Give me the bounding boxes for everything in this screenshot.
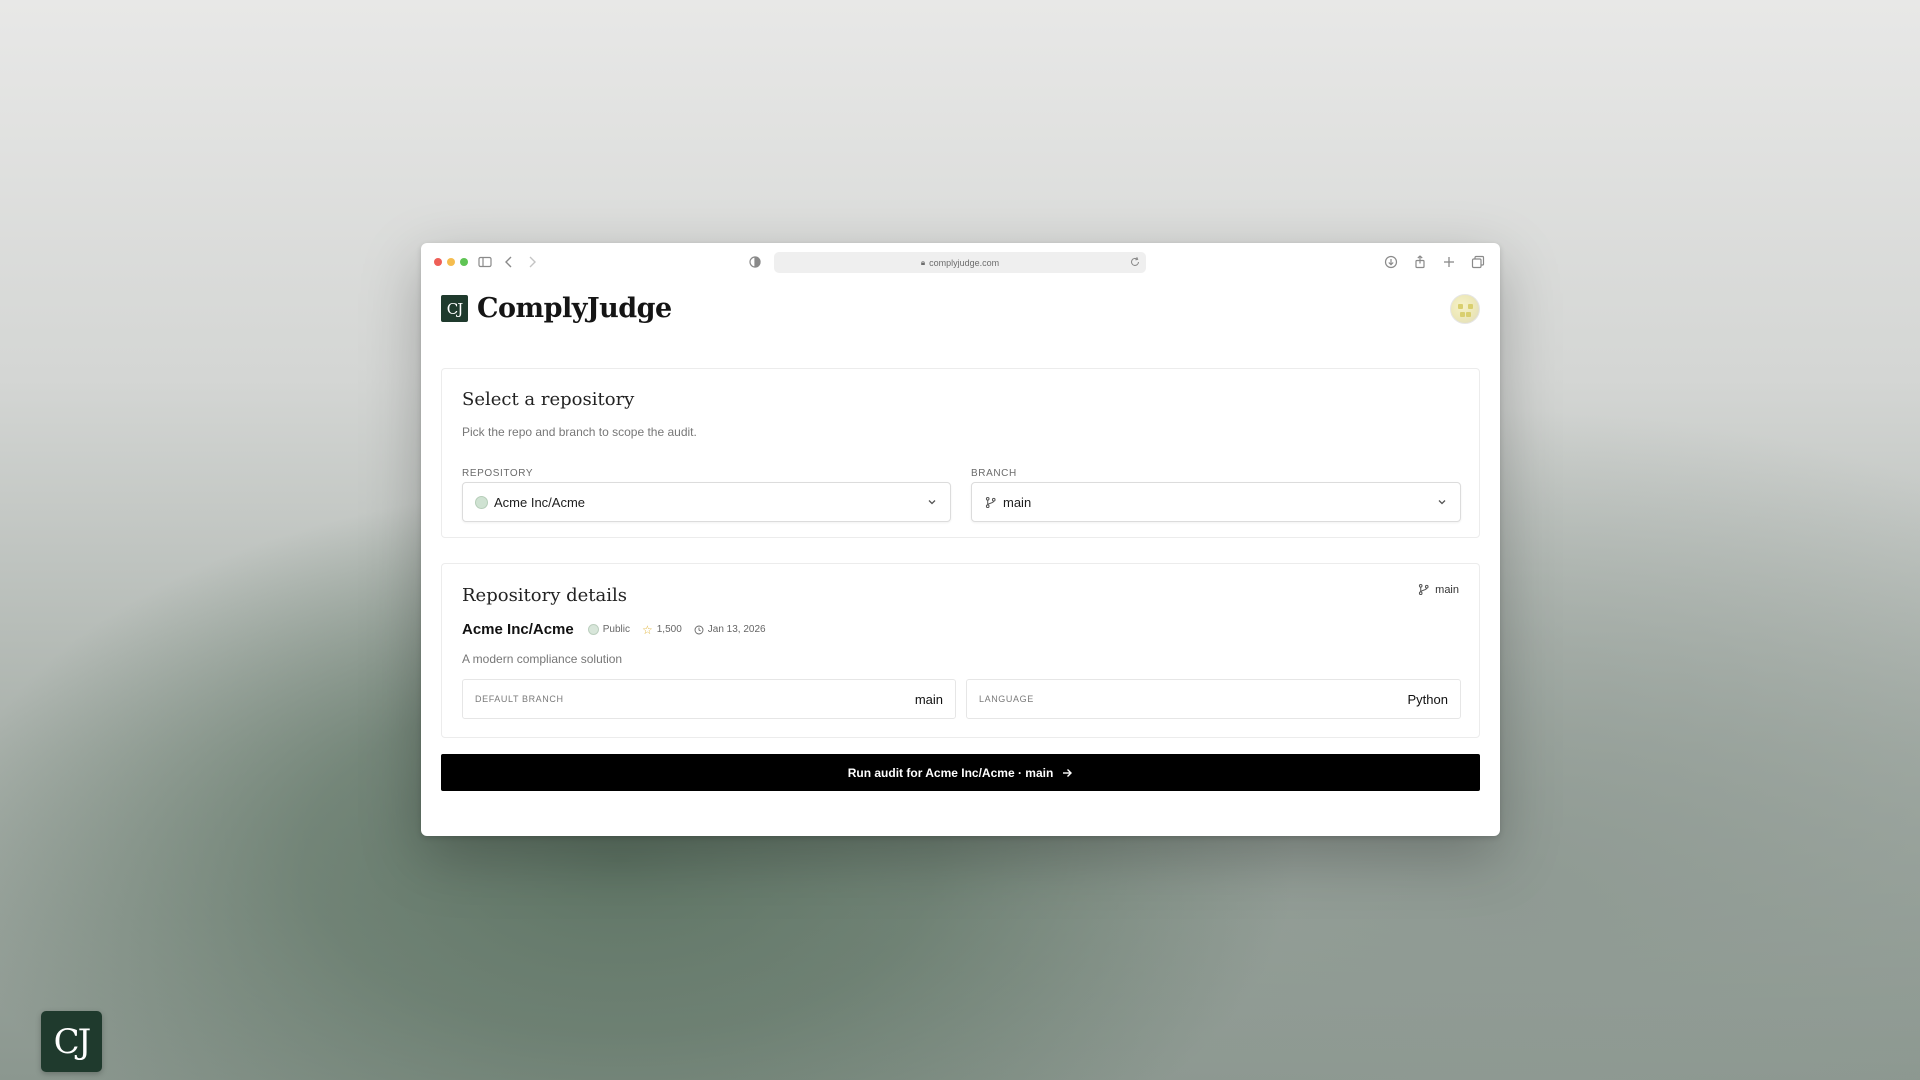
browser-window: 🔒︎ complyjudge.com CJ ComplyJudge Select… bbox=[421, 243, 1500, 836]
default-branch-label: DEFAULT BRANCH bbox=[475, 694, 564, 704]
lock-icon: 🔒︎ bbox=[920, 257, 926, 267]
repository-select[interactable]: Acme Inc/Acme bbox=[462, 482, 951, 522]
run-audit-label: Run audit for Acme Inc/Acme · main bbox=[847, 765, 1054, 780]
repository-details-card: Repository details main Acme Inc/Acme Pu… bbox=[441, 563, 1480, 738]
avatar[interactable] bbox=[1450, 294, 1480, 324]
maximize-window-button[interactable] bbox=[460, 258, 468, 266]
language-label: LANGUAGE bbox=[979, 694, 1034, 704]
branch-select[interactable]: main bbox=[971, 482, 1461, 522]
card-title: Select a repository bbox=[462, 389, 635, 410]
default-branch-value: main bbox=[914, 691, 943, 707]
branch-tag: main bbox=[1417, 583, 1459, 596]
repo-summary: Acme Inc/Acme Public ☆ 1,500 Jan 13, 202… bbox=[462, 621, 766, 638]
card-subtitle: Pick the repo and branch to scope the au… bbox=[462, 425, 697, 439]
close-window-button[interactable] bbox=[434, 258, 442, 266]
reload-icon[interactable] bbox=[1128, 255, 1142, 269]
new-tab-icon[interactable] bbox=[1441, 254, 1457, 270]
browser-toolbar: 🔒︎ complyjudge.com bbox=[421, 243, 1500, 281]
brand[interactable]: CJ ComplyJudge bbox=[441, 293, 672, 324]
git-branch-icon bbox=[1417, 583, 1430, 596]
brand-name: ComplyJudge bbox=[477, 293, 672, 324]
star-icon: ☆ bbox=[641, 622, 653, 637]
card-title: Repository details bbox=[462, 585, 628, 606]
arrow-right-icon bbox=[1061, 767, 1073, 779]
branch-tag-label: main bbox=[1435, 583, 1459, 596]
chevron-down-icon bbox=[926, 496, 938, 508]
branch-label: BRANCH bbox=[971, 468, 1017, 479]
language-value: Python bbox=[1407, 691, 1448, 707]
corner-logo: CJ bbox=[41, 1011, 102, 1072]
updated-date: Jan 13, 2026 bbox=[694, 624, 766, 635]
share-icon[interactable] bbox=[1412, 254, 1428, 270]
chevron-down-icon bbox=[1436, 496, 1448, 508]
visibility-badge: Public bbox=[587, 624, 630, 635]
logo-mark: CJ bbox=[441, 295, 468, 322]
git-branch-icon bbox=[984, 496, 997, 509]
forward-icon[interactable] bbox=[524, 254, 540, 270]
repo-description: A modern compliance solution bbox=[462, 652, 623, 666]
sidebar-toggle-icon[interactable] bbox=[477, 254, 493, 270]
run-audit-button[interactable]: Run audit for Acme Inc/Acme · main bbox=[441, 754, 1480, 791]
repository-label: REPOSITORY bbox=[462, 468, 534, 479]
stars-text: 1,500 bbox=[656, 624, 682, 635]
repository-value: Acme Inc/Acme bbox=[494, 494, 586, 510]
clock-icon bbox=[694, 625, 704, 635]
globe-icon bbox=[475, 495, 488, 509]
select-repository-card: Select a repository Pick the repo and br… bbox=[441, 368, 1480, 538]
language-box: LANGUAGE Python bbox=[966, 679, 1461, 719]
visibility-text: Public bbox=[602, 624, 630, 635]
minimize-window-button[interactable] bbox=[447, 258, 455, 266]
url-text: complyjudge.com bbox=[929, 257, 1000, 268]
stars-count: ☆ 1,500 bbox=[642, 623, 682, 637]
back-icon[interactable] bbox=[501, 254, 517, 270]
globe-icon bbox=[587, 624, 599, 635]
downloads-icon[interactable] bbox=[1383, 254, 1399, 270]
tab-overview-icon[interactable] bbox=[1470, 254, 1486, 270]
branch-value: main bbox=[1003, 494, 1032, 510]
privacy-shield-icon[interactable] bbox=[747, 254, 763, 270]
repo-name: Acme Inc/Acme bbox=[462, 621, 574, 638]
default-branch-box: DEFAULT BRANCH main bbox=[462, 679, 956, 719]
address-bar[interactable]: 🔒︎ complyjudge.com bbox=[774, 252, 1146, 273]
date-text: Jan 13, 2026 bbox=[707, 624, 766, 635]
